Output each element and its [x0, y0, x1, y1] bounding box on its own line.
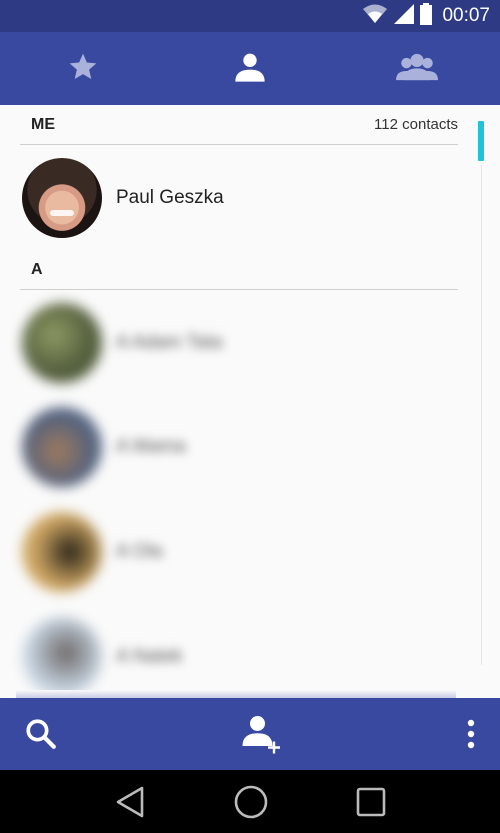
contact-name: A Mama	[116, 436, 186, 457]
tab-bar	[0, 32, 500, 105]
tab-contacts[interactable]	[167, 32, 334, 105]
list-item[interactable]: A Mama	[22, 407, 452, 487]
more-vert-icon[interactable]	[466, 719, 476, 749]
scroll-track	[481, 165, 482, 665]
add-person-icon[interactable]	[241, 714, 283, 754]
star-icon	[66, 51, 100, 87]
battery-icon	[420, 3, 433, 29]
list-item[interactable]: A Ola	[22, 512, 452, 592]
contact-name: A Ola	[116, 541, 163, 562]
section-header-a: A	[20, 250, 458, 290]
signal-icon	[394, 4, 415, 28]
avatar	[22, 158, 102, 238]
avatar	[22, 617, 102, 697]
recents-icon[interactable]	[356, 787, 386, 817]
section-title: A	[31, 260, 43, 278]
avatar	[22, 512, 102, 592]
action-bar	[0, 698, 500, 770]
status-time: 00:07	[442, 5, 490, 26]
search-icon[interactable]	[24, 717, 58, 751]
section-header-me: ME 112 contacts	[20, 105, 458, 145]
tab-groups[interactable]	[333, 32, 500, 105]
contact-list[interactable]: ME 112 contacts Paul Geszka A A Adam Tat…	[0, 105, 500, 698]
wifi-icon	[362, 4, 388, 28]
me-contact[interactable]: Paul Geszka	[22, 158, 452, 238]
back-icon[interactable]	[114, 785, 146, 819]
tab-favorites[interactable]	[0, 32, 167, 105]
avatar	[22, 407, 102, 487]
navigation-bar	[0, 770, 500, 833]
groups-icon	[395, 51, 438, 87]
list-item[interactable]: A Adam Tata	[22, 303, 452, 383]
status-bar: 00:07	[0, 0, 500, 32]
list-fade	[16, 690, 456, 698]
contact-count: 112 contacts	[374, 116, 458, 133]
person-icon	[234, 51, 266, 87]
contact-name: A Natek	[116, 646, 183, 667]
contact-name: Paul Geszka	[116, 187, 224, 208]
avatar	[22, 303, 102, 383]
section-title: ME	[31, 115, 55, 133]
home-icon[interactable]	[233, 784, 269, 820]
list-item[interactable]: A Natek	[22, 617, 452, 697]
scroll-indicator[interactable]	[478, 121, 484, 161]
contact-name: A Adam Tata	[116, 332, 223, 353]
